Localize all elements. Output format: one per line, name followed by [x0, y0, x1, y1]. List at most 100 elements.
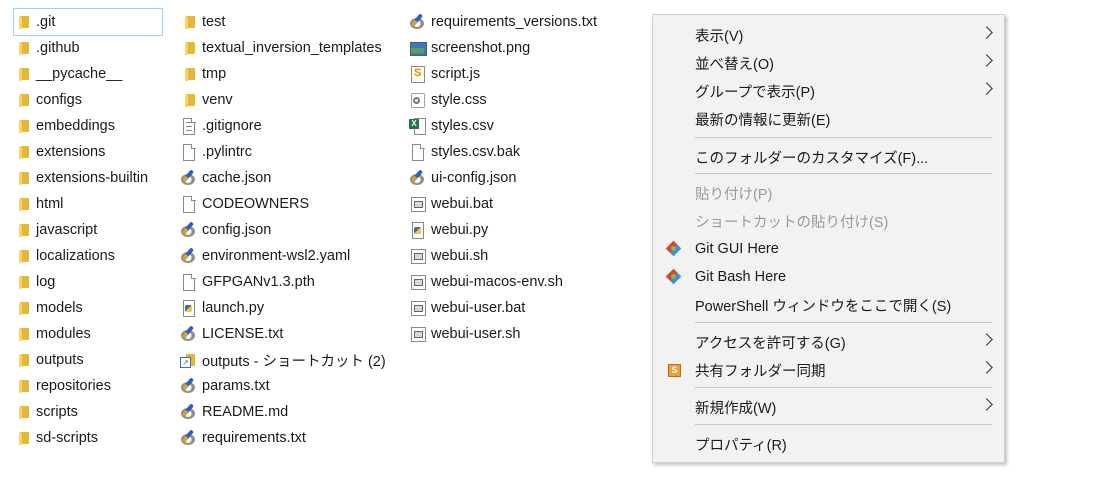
- file-item[interactable]: requirements.txt: [180, 425, 386, 451]
- menu-item[interactable]: 並べ替え(O): [653, 50, 1004, 76]
- file-item[interactable]: .gitignore: [180, 113, 386, 139]
- menu-item-label: 新規作成(W): [695, 400, 777, 417]
- file-item[interactable]: webui.bat: [409, 191, 597, 217]
- file-name: sd-scripts: [36, 430, 99, 446]
- file-name: extensions-builtin: [36, 170, 149, 186]
- menu-item[interactable]: このフォルダーのカスタマイズ(F)...: [653, 144, 1004, 170]
- menu-separator: [695, 387, 992, 388]
- file-item[interactable]: webui-user.sh: [409, 321, 597, 347]
- batch-file-icon: [409, 325, 427, 343]
- chevron-right-icon: [980, 398, 993, 411]
- file-item[interactable]: .github: [14, 35, 162, 61]
- file-item[interactable]: params.txt: [180, 373, 386, 399]
- menu-item[interactable]: Git Bash Here: [653, 264, 1004, 290]
- file-item[interactable]: styles.csv: [409, 113, 597, 139]
- menu-separator: [695, 173, 992, 174]
- file-item[interactable]: README.md: [180, 399, 386, 425]
- file-name: config.json: [202, 222, 272, 238]
- file-item[interactable]: cache.json: [180, 165, 386, 191]
- folder-icon: [14, 91, 32, 109]
- app-file-icon: [409, 13, 427, 31]
- file-item[interactable]: localizations: [14, 243, 162, 269]
- menu-item[interactable]: 新規作成(W): [653, 394, 1004, 420]
- file-item[interactable]: outputs: [14, 347, 162, 373]
- folder-icon: [14, 377, 32, 395]
- menu-item[interactable]: グループで表示(P): [653, 78, 1004, 104]
- file-name: extensions: [36, 144, 106, 160]
- menu-item[interactable]: Git GUI Here: [653, 236, 1004, 262]
- chevron-right-icon: [980, 26, 993, 39]
- file-item[interactable]: environment-wsl2.yaml: [180, 243, 386, 269]
- file-item[interactable]: textual_inversion_templates: [180, 35, 386, 61]
- menu-item[interactable]: 貼り付け(P): [653, 180, 1004, 206]
- file-item[interactable]: models: [14, 295, 162, 321]
- file-name: README.md: [202, 404, 289, 420]
- file-item[interactable]: .pylintrc: [180, 139, 386, 165]
- file-item[interactable]: ui-config.json: [409, 165, 597, 191]
- chevron-right-icon: [980, 82, 993, 95]
- file-item[interactable]: html: [14, 191, 162, 217]
- menu-item[interactable]: プロパティ(R): [653, 431, 1004, 457]
- file-item[interactable]: GFPGANv1.3.pth: [180, 269, 386, 295]
- file-item[interactable]: webui-macos-env.sh: [409, 269, 597, 295]
- file-item[interactable]: modules: [14, 321, 162, 347]
- menu-item[interactable]: ショートカットの貼り付け(S): [653, 208, 1004, 234]
- menu-item[interactable]: アクセスを許可する(G): [653, 329, 1004, 355]
- file-item[interactable]: test: [180, 9, 386, 35]
- file-icon: [180, 195, 198, 213]
- file-item[interactable]: sd-scripts: [14, 425, 162, 451]
- file-item[interactable]: webui.py: [409, 217, 597, 243]
- image-file-icon: [409, 39, 427, 57]
- file-item[interactable]: venv: [180, 87, 386, 113]
- file-name: screenshot.png: [431, 40, 531, 56]
- file-name: repositories: [36, 378, 111, 394]
- file-item[interactable]: screenshot.png: [409, 35, 597, 61]
- file-name: models: [36, 300, 83, 316]
- app-file-icon: [180, 325, 198, 343]
- menu-item[interactable]: PowerShell ウィンドウをここで開く(S): [653, 292, 1004, 318]
- file-item[interactable]: requirements_versions.txt: [409, 9, 597, 35]
- file-name: embeddings: [36, 118, 115, 134]
- file-item[interactable]: embeddings: [14, 113, 162, 139]
- file-item[interactable]: outputs - ショートカット (2): [180, 347, 386, 373]
- folder-icon: [180, 13, 198, 31]
- file-item[interactable]: LICENSE.txt: [180, 321, 386, 347]
- file-item[interactable]: configs: [14, 87, 162, 113]
- file-name: webui.bat: [431, 196, 494, 212]
- menu-item[interactable]: 最新の情報に更新(E): [653, 106, 1004, 132]
- file-name: textual_inversion_templates: [202, 40, 382, 56]
- script-file-icon: [409, 65, 427, 83]
- file-name: scripts: [36, 404, 78, 420]
- file-item[interactable]: CODEOWNERS: [180, 191, 386, 217]
- folder-icon: [14, 273, 32, 291]
- file-item[interactable]: scripts: [14, 399, 162, 425]
- file-name: launch.py: [202, 300, 265, 316]
- file-name: __pycache__: [36, 66, 123, 82]
- file-item[interactable]: script.js: [409, 61, 597, 87]
- shortcut-icon: [180, 351, 198, 369]
- menu-item-label: グループで表示(P): [695, 84, 815, 101]
- file-item[interactable]: tmp: [180, 61, 386, 87]
- menu-item[interactable]: 共有フォルダー同期: [653, 357, 1004, 383]
- file-item[interactable]: webui-user.bat: [409, 295, 597, 321]
- folder-icon: [14, 299, 32, 317]
- git-icon: [666, 241, 682, 257]
- file-item[interactable]: styles.csv.bak: [409, 139, 597, 165]
- file-item[interactable]: .git: [13, 8, 163, 36]
- file-item[interactable]: launch.py: [180, 295, 386, 321]
- file-item[interactable]: config.json: [180, 217, 386, 243]
- file-item[interactable]: __pycache__: [14, 61, 162, 87]
- menu-item[interactable]: 表示(V): [653, 22, 1004, 48]
- file-item[interactable]: style.css: [409, 87, 597, 113]
- file-name: style.css: [431, 92, 487, 108]
- python-file-icon: [409, 221, 427, 239]
- file-item[interactable]: repositories: [14, 373, 162, 399]
- file-item[interactable]: webui.sh: [409, 243, 597, 269]
- menu-item-label: PowerShell ウィンドウをここで開く(S): [695, 298, 952, 315]
- file-column-3: requirements_versions.txt screenshot.png s…: [409, 9, 597, 347]
- file-name: webui-macos-env.sh: [431, 274, 563, 290]
- file-item[interactable]: extensions: [14, 139, 162, 165]
- file-item[interactable]: extensions-builtin: [14, 165, 162, 191]
- file-item[interactable]: log: [14, 269, 162, 295]
- file-item[interactable]: javascript: [14, 217, 162, 243]
